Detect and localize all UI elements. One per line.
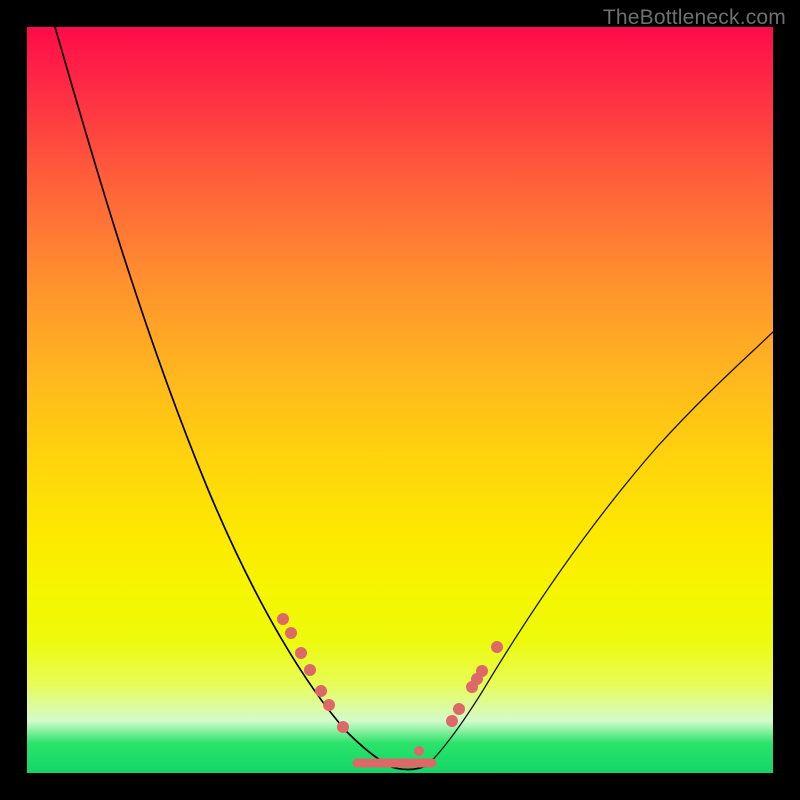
- curve-right-lobe: [425, 332, 773, 767]
- watermark: TheBottleneck.com: [603, 6, 786, 30]
- chart-frame: TheBottleneck.com: [0, 0, 800, 800]
- markers-left-beads: [277, 613, 349, 733]
- chart-svg: [27, 27, 773, 773]
- markers-right-beads: [446, 641, 503, 727]
- marker-center-dot: [414, 746, 424, 756]
- curve-left-lobe: [55, 27, 392, 767]
- plot-area: [27, 27, 773, 773]
